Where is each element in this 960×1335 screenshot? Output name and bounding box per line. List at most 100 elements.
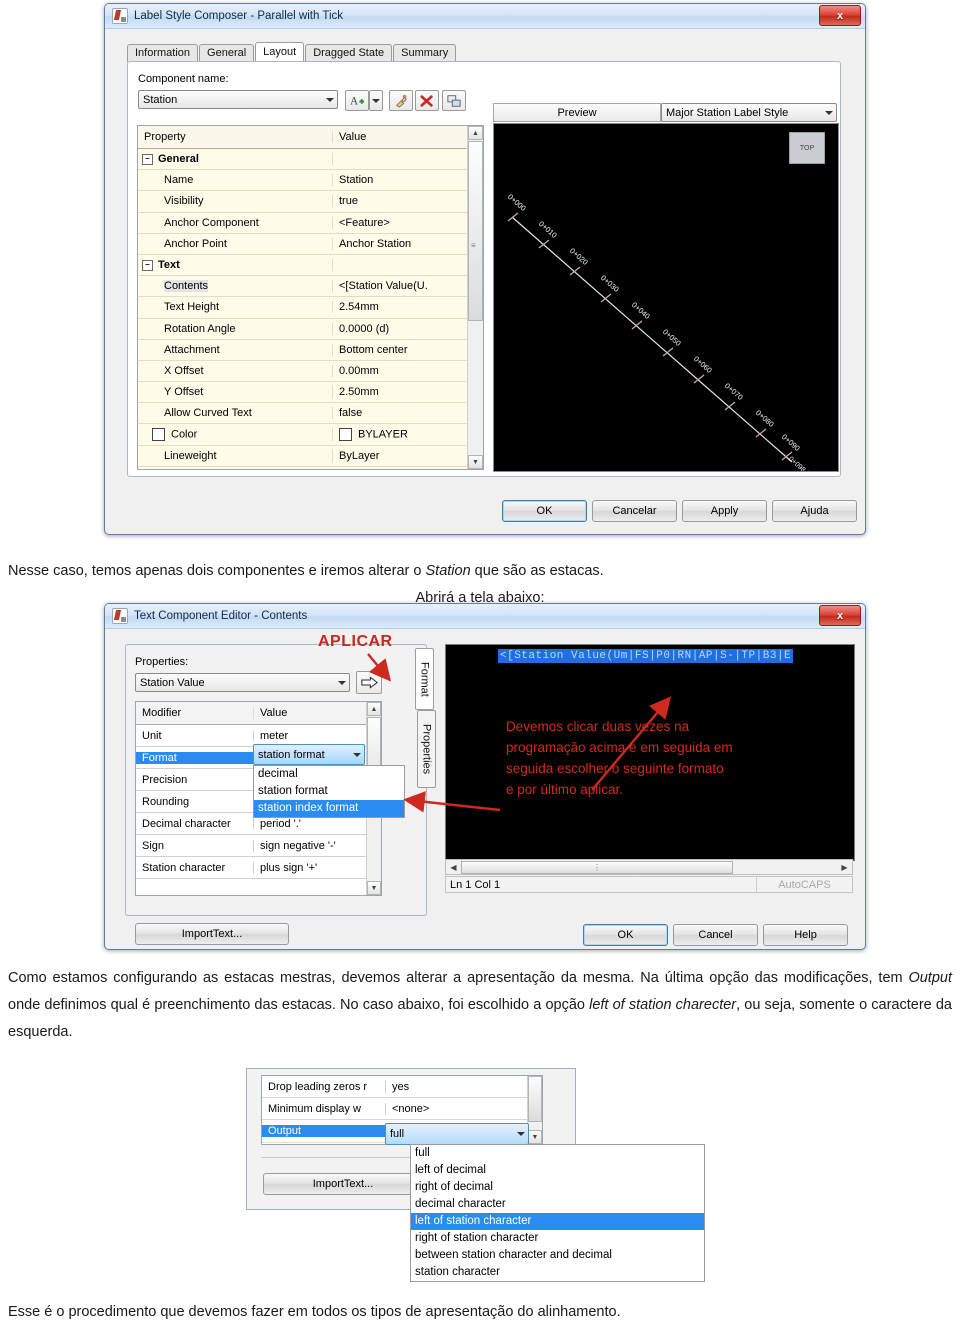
help-button[interactable]: Help [763, 924, 848, 946]
collapse-icon[interactable]: – [142, 259, 153, 271]
preview-canvas[interactable]: TOP 0+000 0+010 0+020 0+030 0+040 0+050 … [493, 123, 839, 472]
viewcube-top[interactable]: TOP [789, 132, 825, 164]
row-value-text-height[interactable]: 2.54mm [333, 301, 483, 313]
add-text-component-dropdown[interactable] [369, 90, 383, 111]
grid-category-general[interactable]: – General [138, 153, 333, 166]
scroll-right-icon[interactable]: ▶ [837, 860, 852, 874]
table-row[interactable]: Name Station [138, 170, 483, 192]
table-row[interactable]: – Text [138, 255, 483, 277]
row-value-lineweight[interactable]: ByLayer [333, 450, 483, 462]
row-value-allow-curved-text[interactable]: false [333, 407, 483, 419]
scroll-left-icon[interactable]: ◀ [446, 860, 461, 874]
ok-button[interactable]: OK [583, 924, 668, 946]
table-row[interactable]: Text Height 2.54mm [138, 297, 483, 319]
row-value-decimal-character[interactable]: period '.' [254, 818, 381, 830]
tab-summary[interactable]: Summary [393, 44, 457, 62]
dropdown-item-right-of-decimal[interactable]: right of decimal [411, 1179, 704, 1196]
dropdown-item-right-of-station-character[interactable]: right of station character [411, 1230, 704, 1247]
output-grid-scrollbar[interactable]: ▼ [527, 1076, 542, 1144]
collapse-icon[interactable]: – [142, 153, 153, 165]
table-row[interactable]: Visibility true [138, 191, 483, 213]
side-tab-properties[interactable]: Properties [417, 710, 436, 788]
format-dropdown-list[interactable]: decimal station format station index for… [253, 765, 405, 818]
row-value-x-offset[interactable]: 0.00mm [333, 365, 483, 377]
apply-button[interactable]: Apply [682, 500, 767, 522]
table-row[interactable]: Y Offset 2.50mm [138, 382, 483, 404]
row-value-contents[interactable]: <[Station Value(U. [333, 280, 483, 292]
properties-combo[interactable]: Station Value [135, 673, 350, 692]
tab-dragged-state[interactable]: Dragged State [305, 44, 393, 62]
help-button[interactable]: Ajuda [772, 500, 857, 522]
add-text-component-button[interactable]: A [345, 90, 369, 111]
table-row[interactable]: – General [138, 149, 483, 171]
table-row[interactable]: –Border [138, 467, 483, 469]
dialog2-titlebar[interactable]: Text Component Editor - Contents x [105, 604, 865, 629]
table-row[interactable]: Drop leading zeros r yes [262, 1076, 542, 1098]
row-value-y-offset[interactable]: 2.50mm [333, 386, 483, 398]
dropdown-item-between-station-character-and-decimal[interactable]: between station character and decimal [411, 1247, 704, 1264]
dropdown-item-station-format[interactable]: station format [254, 783, 404, 800]
cancel-button[interactable]: Cancelar [592, 500, 677, 522]
table-row[interactable]: Station character plus sign '+' [136, 857, 381, 879]
table-row[interactable]: Anchor Component <Feature> [138, 213, 483, 234]
table-row[interactable]: Lineweight ByLayer [138, 446, 483, 467]
delete-component-button[interactable] [415, 90, 439, 111]
import-text-button[interactable]: ImportText... [263, 1173, 423, 1195]
row-value-sign[interactable]: sign negative '-' [254, 840, 381, 852]
tab-layout[interactable]: Layout [255, 42, 305, 62]
scrollbar-thumb[interactable] [468, 141, 483, 321]
table-row[interactable]: Sign sign negative '-' [136, 835, 381, 857]
dialog1-tabs[interactable]: Information General Layout Dragged State… [127, 42, 457, 62]
editor-hscrollbar[interactable]: ◀ ⋮ ▶ [445, 859, 853, 875]
copy-component-button[interactable] [389, 90, 413, 111]
code-text[interactable]: <[Station Value(Um|FS|P0|RN|AP|S-|TP|B3|… [498, 649, 794, 663]
tab-general[interactable]: General [199, 44, 255, 62]
row-value-visibility[interactable]: true [333, 195, 483, 207]
table-row[interactable]: Minimum display w <none> [262, 1098, 542, 1120]
import-text-button[interactable]: ImportText... [135, 923, 289, 945]
table-row[interactable]: Anchor Point Anchor Station [138, 234, 483, 255]
scroll-up-icon[interactable]: ▲ [367, 702, 381, 716]
code-editor[interactable]: <[Station Value(Um|FS|P0|RN|AP|S-|TP|B3|… [445, 644, 855, 861]
table-row[interactable]: Color BYLAYER [138, 424, 483, 446]
row-value-minimum-display-width[interactable]: <none> [386, 1103, 542, 1115]
component-name-combo[interactable]: Station [138, 90, 338, 109]
row-value-color[interactable]: BYLAYER [333, 428, 483, 442]
dropdown-item-left-of-decimal[interactable]: left of decimal [411, 1162, 704, 1179]
scrollbar-thumb[interactable] [528, 1076, 542, 1122]
output-value-combo[interactable]: full [385, 1123, 529, 1145]
row-value-rotation-angle[interactable]: 0.0000 (d) [333, 323, 483, 335]
row-value-anchor-component[interactable]: <Feature> [333, 217, 483, 229]
close-icon[interactable]: x [819, 5, 861, 26]
tab-information[interactable]: Information [127, 44, 199, 62]
cancel-button[interactable]: Cancel [673, 924, 758, 946]
dropdown-item-full[interactable]: full [411, 1145, 704, 1162]
table-row[interactable]: X Offset 0.00mm [138, 361, 483, 383]
grid-category-text[interactable]: – Text [138, 259, 333, 272]
row-value-unit[interactable]: meter [254, 730, 381, 742]
table-row-contents[interactable]: Contents <[Station Value(U. [138, 276, 483, 298]
hscrollbar-thumb[interactable]: ⋮ [461, 860, 733, 874]
scroll-down-icon[interactable]: ▼ [367, 881, 381, 895]
scroll-down-icon[interactable]: ▼ [528, 1130, 542, 1144]
dropdown-item-decimal-character[interactable]: decimal character [411, 1196, 704, 1213]
row-value-attachment[interactable]: Bottom center [333, 344, 483, 356]
property-grid[interactable]: Property Value – General Name Station Vis… [137, 125, 484, 470]
row-value-anchor-point[interactable]: Anchor Station [333, 238, 483, 250]
close-icon[interactable]: x [819, 605, 861, 626]
dropdown-item-decimal[interactable]: decimal [254, 766, 404, 783]
dialog1-titlebar[interactable]: Label Style Composer - Parallel with Tic… [105, 4, 865, 29]
duplicate-component-button[interactable] [442, 90, 466, 111]
preview-style-combo[interactable]: Major Station Label Style [661, 103, 837, 122]
row-value-drop-leading-zeros[interactable]: yes [386, 1081, 542, 1093]
row-value-station-character[interactable]: plus sign '+' [254, 862, 381, 874]
dropdown-item-station-character[interactable]: station character [411, 1264, 704, 1281]
property-grid-scrollbar[interactable]: ▲ ≡ ▼ [467, 126, 483, 469]
label-style-composer-dialog[interactable]: Label Style Composer - Parallel with Tic… [104, 3, 866, 535]
apply-property-button[interactable] [356, 671, 382, 694]
side-tab-format[interactable]: Format [415, 648, 434, 710]
row-value-name[interactable]: Station [333, 174, 483, 186]
scroll-up-icon[interactable]: ▲ [468, 126, 483, 140]
ok-button[interactable]: OK [502, 500, 587, 522]
format-value-combo[interactable]: station format [253, 744, 365, 765]
